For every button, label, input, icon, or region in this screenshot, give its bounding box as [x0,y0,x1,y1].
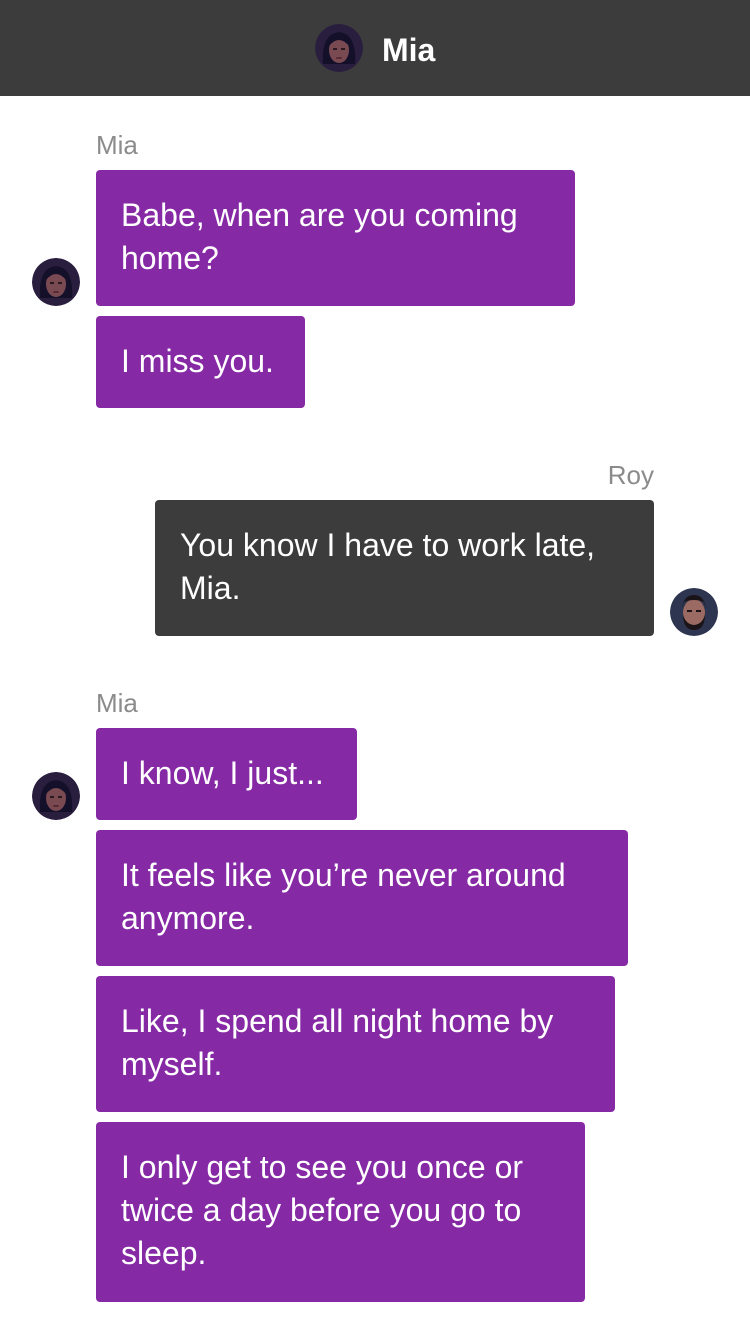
message-bubble[interactable]: Babe, when are you coming home? [96,170,575,306]
sender-label: Mia [96,130,138,160]
sender-label: Roy [607,460,654,490]
header-avatar[interactable] [315,24,363,72]
mia-avatar[interactable] [32,258,80,306]
message-bubble[interactable]: I know, I just... [96,728,357,820]
message-bubble[interactable]: It feels like you’re never around anymor… [96,830,628,966]
mia-avatar[interactable] [32,772,80,820]
message-bubble[interactable]: You know I have to work late, Mia. [155,500,654,636]
message-bubble[interactable]: I only get to see you once or twice a da… [96,1122,585,1302]
roy-avatar[interactable] [670,588,718,636]
sender-label: Mia [96,688,138,718]
chat-header: Mia [0,0,750,96]
message-bubble[interactable]: Like, I spend all night home by myself. [96,976,615,1112]
message-bubble[interactable]: I miss you. [96,316,305,408]
chat-title: Mia [382,32,436,68]
